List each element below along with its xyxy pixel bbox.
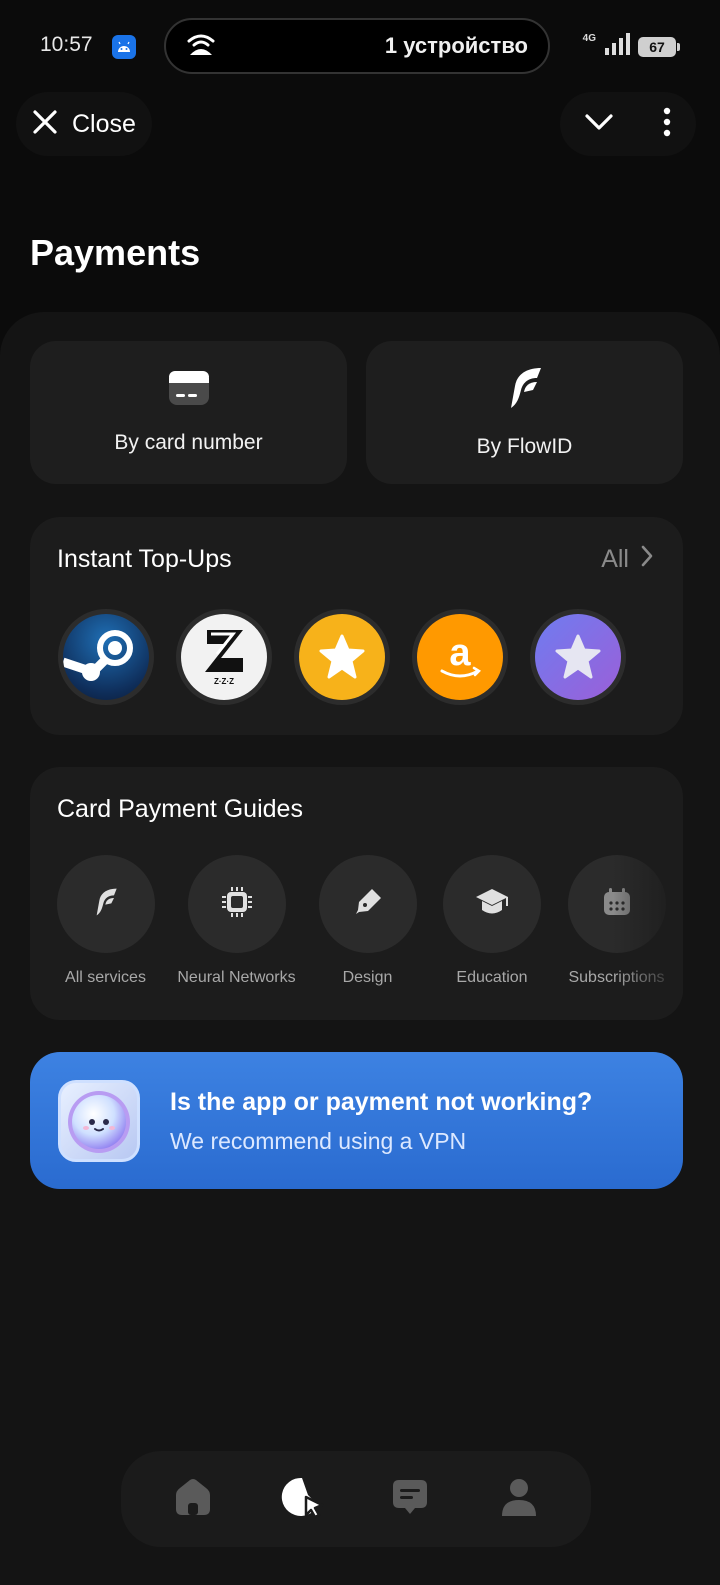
payments-icon: [280, 1475, 324, 1524]
more-vertical-icon[interactable]: [662, 107, 672, 142]
profile-icon: [499, 1476, 539, 1523]
pay-by-flowid-label: By FlowID: [476, 435, 573, 458]
nav-home[interactable]: [161, 1467, 225, 1531]
battery-icon: 67: [638, 36, 680, 57]
instant-topups-title: Instant Top-Ups: [57, 545, 232, 573]
svg-text:a: a: [449, 632, 471, 674]
graduation-cap-icon: [474, 886, 510, 923]
card-payment-guides-section: Card Payment Guides All services Neural …: [30, 767, 683, 1020]
status-time: 10:57: [40, 33, 93, 56]
page-title: Payments: [30, 232, 201, 273]
guide-label: Education: [456, 969, 528, 986]
card-icon: [168, 370, 210, 411]
banner-subtitle: We recommend using a VPN: [170, 1128, 467, 1154]
zenless-zone-zero-logo-icon: Z·Z·Z: [181, 614, 267, 700]
vpn-banner[interactable]: Is the app or payment not working? We re…: [30, 1052, 683, 1189]
scroll-fade: [613, 847, 683, 997]
signal-icon: [604, 33, 630, 60]
flowid-logo-icon: [507, 366, 543, 415]
all-topups-label: All: [601, 545, 629, 573]
close-label: Close: [72, 109, 136, 138]
topup-star-purple[interactable]: [530, 609, 626, 705]
network-type: 4G: [582, 33, 596, 44]
nav-payments[interactable]: [270, 1467, 334, 1531]
guide-label: Neural Networks: [177, 969, 296, 986]
guide-neural-networks[interactable]: Neural Networks: [171, 855, 302, 987]
guide-label: Design: [342, 969, 393, 986]
all-topups-link[interactable]: All: [601, 545, 653, 574]
svg-text:Z·Z·Z: Z·Z·Z: [214, 677, 234, 686]
topup-steam[interactable]: [58, 609, 154, 705]
pen-icon: [352, 886, 384, 923]
chevron-right-icon: [641, 545, 653, 574]
topup-amazon[interactable]: a: [412, 609, 508, 705]
vpn-app-icon: [58, 1080, 140, 1162]
status-indicators: 4G 67: [582, 33, 680, 60]
topup-zzz[interactable]: Z·Z·Z: [176, 609, 272, 705]
guides-title: Card Payment Guides: [57, 795, 303, 823]
chat-icon: [389, 1476, 431, 1523]
hotspot-pill[interactable]: 1 устройство: [164, 18, 550, 74]
topups-list: Z·Z·Z a: [58, 609, 626, 705]
amazon-logo-icon: a: [417, 614, 503, 700]
top-actions: [560, 92, 696, 156]
pay-by-card-label: By card number: [114, 431, 263, 454]
android-app-icon: [112, 35, 136, 59]
close-button[interactable]: Close: [16, 92, 152, 156]
nav-chat[interactable]: [378, 1467, 442, 1531]
home-icon: [172, 1477, 214, 1522]
chevron-down-icon[interactable]: [584, 112, 614, 137]
pay-by-card-button[interactable]: By card number: [30, 341, 347, 484]
steam-logo-icon: [63, 614, 149, 700]
guide-design[interactable]: Design: [302, 855, 433, 987]
status-bar: 10:57 1 устройство 4G 67: [0, 0, 720, 92]
guide-education[interactable]: Education: [433, 855, 551, 987]
topup-star-yellow[interactable]: [294, 609, 390, 705]
flowid-logo-icon: [94, 887, 118, 922]
top-bar: Close: [0, 92, 720, 156]
banner-title: Is the app or payment not working?: [170, 1088, 593, 1116]
guide-label: All services: [65, 969, 146, 986]
star-yellow-icon: [299, 614, 385, 700]
guide-all-services[interactable]: All services: [40, 855, 171, 987]
bottom-nav: [121, 1451, 591, 1547]
hotspot-icon: [186, 31, 216, 62]
nav-profile[interactable]: [487, 1467, 551, 1531]
pay-by-flowid-button[interactable]: By FlowID: [366, 341, 683, 484]
guides-list: All services Neural Networks Design Educ…: [40, 855, 682, 987]
hotspot-label: 1 устройство: [384, 33, 528, 58]
close-icon: [32, 109, 58, 140]
star-purple-icon: [535, 614, 621, 700]
chip-icon: [220, 885, 254, 924]
instant-topups-section: Instant Top-Ups All Z·Z·Z a: [30, 517, 683, 735]
